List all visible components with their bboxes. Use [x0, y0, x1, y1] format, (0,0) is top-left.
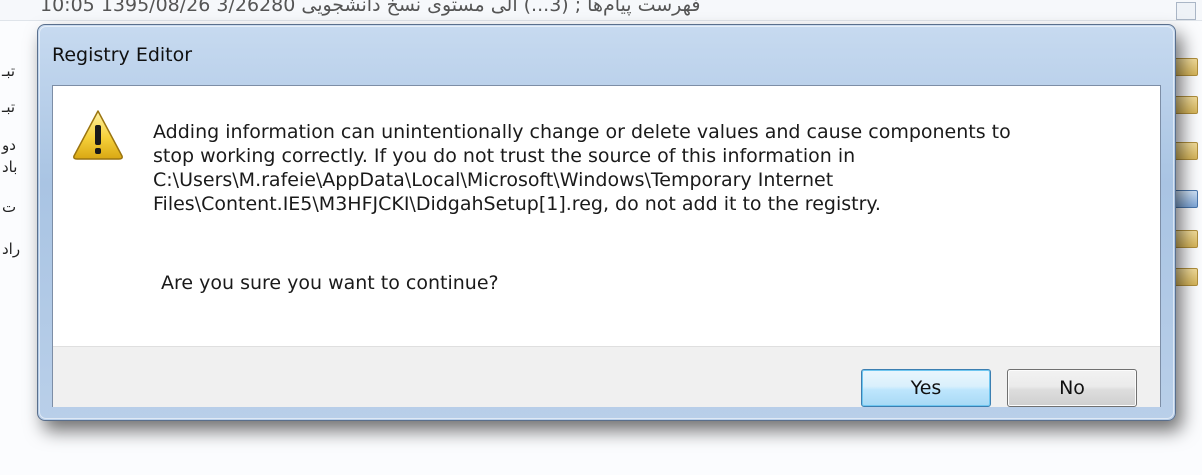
folder-icon [1174, 268, 1198, 286]
background-fragment: دو [2, 136, 16, 154]
background-row-text: فهرست پیام‌ها ; (3...) الی مستوی نسخ دان… [40, 0, 701, 16]
background-fragment: تبـ [2, 98, 16, 116]
background-list-row: فهرست پیام‌ها ; (3...) الی مستوی نسخ دان… [0, 0, 1202, 21]
background-fragment: باد [2, 158, 18, 176]
dialog-client-area: Adding information can unintentionally c… [52, 85, 1161, 407]
screen: فهرست پیام‌ها ; (3...) الی مستوی نسخ دان… [0, 0, 1202, 475]
background-fragment: تبـ [2, 62, 16, 80]
background-right-column [1172, 0, 1202, 300]
folder-icon [1174, 96, 1198, 114]
background-fragment: راد [2, 240, 21, 258]
folder-icon [1174, 58, 1198, 76]
dialog-button-bar: Yes No [53, 346, 1160, 407]
dialog-content: Adding information can unintentionally c… [53, 86, 1160, 346]
no-button[interactable]: No [1007, 369, 1137, 407]
folder-icon [1174, 230, 1198, 248]
background-fragment: ت [2, 198, 17, 216]
background-left-column: تبـ تبـ دو باد ت راد [0, 40, 30, 300]
dialog-title: Registry Editor [52, 44, 193, 66]
dialog-question: Are you sure you want to continue? [161, 272, 499, 294]
document-icon [1174, 190, 1198, 208]
warning-icon [73, 110, 123, 160]
yes-button[interactable]: Yes [861, 369, 991, 407]
dialog-message: Adding information can unintentionally c… [153, 121, 1011, 215]
folder-icon [1174, 142, 1198, 160]
registry-editor-dialog: Registry Editor Adding information can u… [37, 24, 1176, 421]
